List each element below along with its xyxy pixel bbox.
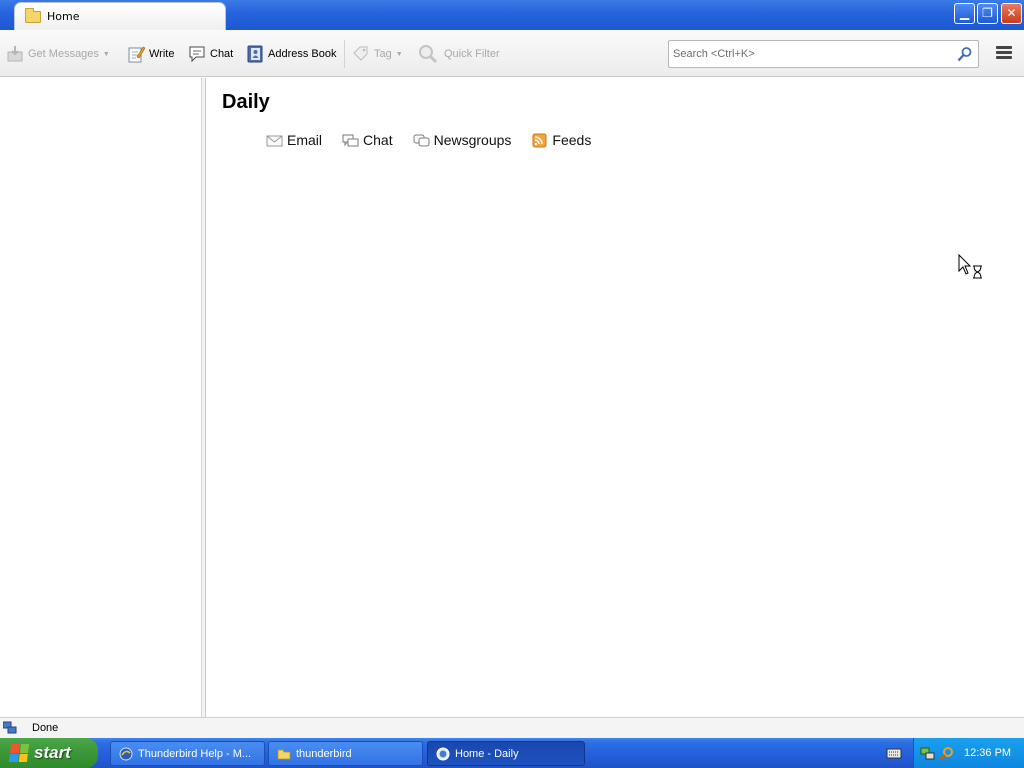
search-tray-icon[interactable]	[939, 746, 954, 761]
setup-link-chat[interactable]: Chat	[342, 132, 393, 148]
online-status-icon[interactable]	[2, 721, 17, 735]
hamburger-line	[996, 46, 1012, 49]
taskbar-item-label: thunderbird	[296, 747, 352, 760]
app-menu-button[interactable]	[994, 44, 1014, 64]
status-bar: Done	[0, 717, 1024, 738]
tab-home[interactable]: Home	[14, 2, 226, 30]
chat-label: Chat	[210, 48, 234, 60]
setup-link-newsgroups[interactable]: Newsgroups	[413, 132, 512, 148]
setup-link-label: Newsgroups	[433, 132, 512, 148]
address-book-button[interactable]: Address Book	[246, 42, 336, 66]
thunderbird-icon	[119, 747, 133, 761]
taskbar-item-thunderbird-help[interactable]: Thunderbird Help - M...	[110, 741, 265, 766]
get-messages-icon	[6, 45, 24, 63]
chat-bubbles-icon	[342, 133, 359, 148]
hamburger-line	[996, 51, 1012, 54]
write-icon	[127, 45, 146, 63]
clock[interactable]: 12:36 PM	[964, 747, 1011, 759]
search-icon[interactable]	[957, 46, 973, 62]
quick-filter-label: Quick Filter	[444, 48, 500, 60]
address-book-icon	[246, 45, 264, 63]
close-button[interactable]: ✕	[1001, 3, 1022, 24]
get-messages-label: Get Messages	[28, 48, 99, 60]
newsgroups-icon	[413, 133, 430, 148]
setup-link-label: Chat	[363, 132, 393, 148]
restore-button[interactable]: ❐	[977, 3, 998, 24]
chat-bubble-icon	[188, 45, 206, 63]
tab-home-label: Home	[47, 10, 80, 23]
setup-link-label: Email	[287, 132, 323, 148]
status-text: Done	[32, 722, 59, 734]
minimize-button[interactable]: ▁	[954, 3, 975, 24]
start-label: start	[34, 743, 71, 762]
folder-icon	[277, 747, 291, 761]
system-tray: 12:36 PM	[913, 738, 1024, 768]
hamburger-line	[996, 56, 1012, 59]
tag-icon	[352, 45, 370, 63]
folder-icon	[25, 7, 41, 23]
chevron-down-icon: ▼	[395, 50, 403, 58]
get-messages-button[interactable]: Get Messages ▼	[6, 42, 110, 66]
start-button[interactable]: start	[0, 738, 98, 768]
address-book-label: Address Book	[268, 48, 337, 60]
quick-filter-button[interactable]: Quick Filter	[418, 42, 500, 66]
folder-pane[interactable]	[0, 78, 201, 717]
chevron-down-icon[interactable]: ▼	[103, 51, 110, 58]
tag-label: Tag	[374, 48, 392, 60]
network-icon[interactable]	[920, 746, 935, 761]
busy-cursor-icon	[958, 253, 984, 286]
taskbar-item-label: Home - Daily	[455, 747, 519, 760]
keyboard-icon[interactable]	[886, 746, 902, 760]
write-button[interactable]: Write	[127, 42, 174, 66]
setup-links: Email Chat Newsgroups Feeds	[266, 132, 611, 148]
setup-link-label: Feeds	[552, 132, 592, 148]
rss-feed-icon	[531, 133, 548, 148]
windows-taskbar: start Thunderbird Help - M... thunderbir…	[0, 738, 1024, 768]
chat-button[interactable]: Chat	[188, 42, 233, 66]
windows-logo-icon	[8, 744, 30, 762]
quick-filter-icon	[418, 44, 438, 64]
account-title: Daily	[222, 91, 270, 113]
account-central-pane: Daily Email Chat Newsgroups Feeds	[206, 78, 1024, 717]
taskbar-item-label: Thunderbird Help - M...	[138, 747, 252, 760]
thunderbird-icon	[436, 747, 450, 761]
envelope-icon	[266, 133, 283, 148]
search-field[interactable]	[668, 40, 979, 68]
title-bar: Home ▁ ❐ ✕	[0, 0, 1024, 30]
setup-link-email[interactable]: Email	[266, 132, 322, 148]
tag-button[interactable]: Tag ▼	[352, 42, 403, 66]
setup-link-feeds[interactable]: Feeds	[531, 132, 591, 148]
write-label: Write	[149, 48, 175, 60]
taskbar-item-home-daily[interactable]: Home - Daily	[427, 741, 585, 766]
toolbar-separator	[344, 40, 345, 68]
search-input[interactable]	[673, 46, 953, 62]
taskbar-item-thunderbird-folder[interactable]: thunderbird	[268, 741, 423, 766]
